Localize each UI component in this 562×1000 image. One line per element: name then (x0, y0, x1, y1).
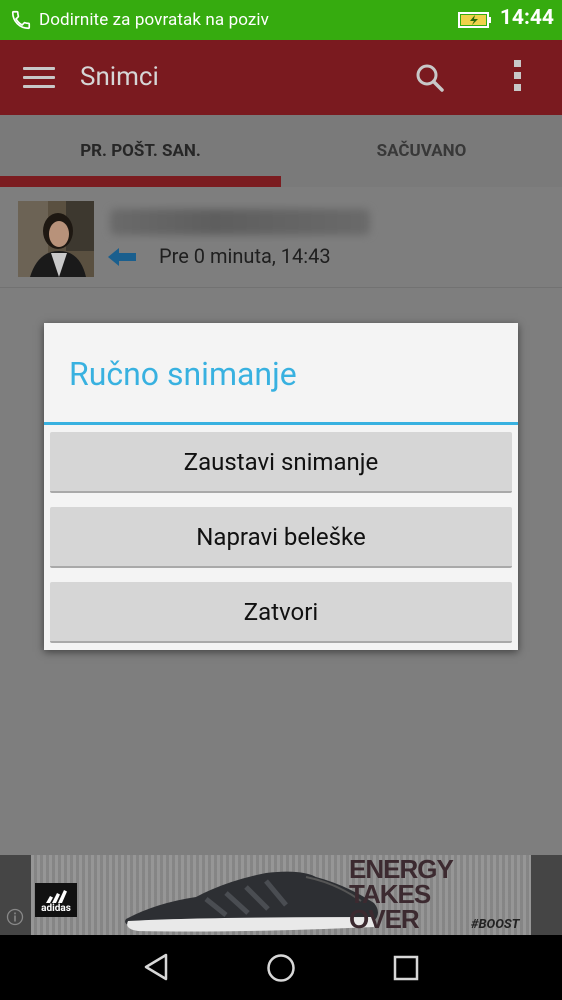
battery-charging-icon (458, 12, 491, 28)
status-bar[interactable]: Dodirnite za povratak na poziv 14:44 (0, 0, 562, 40)
menu-icon[interactable] (23, 67, 55, 89)
stop-recording-button[interactable]: Zaustavi snimanje (50, 432, 512, 493)
ad-image[interactable]: adidas ENERGY TAKES OVER #BOOST (31, 855, 531, 935)
tab-saved[interactable]: SAČUVANO (281, 115, 562, 187)
brand-label: adidas (41, 903, 71, 914)
page-title: Snimci (80, 62, 159, 92)
tab-indicator (0, 176, 281, 187)
contact-name-blurred (110, 209, 370, 235)
ad-banner: adidas ENERGY TAKES OVER #BOOST (0, 855, 562, 935)
manual-recording-dialog: Ručno snimanje Zaustavi snimanje Napravi… (44, 323, 518, 650)
clock: 14:44 (499, 6, 554, 30)
ad-tag: #BOOST (471, 917, 520, 932)
make-notes-button[interactable]: Napravi beleške (50, 507, 512, 568)
adidas-logo: adidas (35, 883, 77, 917)
more-vert-icon[interactable] (510, 60, 524, 96)
ad-info-icon[interactable] (6, 908, 24, 926)
close-button[interactable]: Zatvori (50, 582, 512, 643)
avatar (18, 201, 94, 277)
recents-icon[interactable] (393, 955, 419, 981)
back-icon[interactable] (143, 953, 169, 981)
home-icon[interactable] (266, 953, 296, 983)
return-to-call-message[interactable]: Dodirnite za povratak na poziv (39, 10, 269, 30)
dialog-title: Ručno snimanje (69, 355, 297, 393)
outgoing-call-arrow-icon (108, 248, 136, 266)
dialog-divider (44, 422, 518, 425)
call-timestamp: Pre 0 minuta, 14:43 (159, 244, 331, 268)
shoe-image (125, 871, 378, 932)
app-bar: Snimci (0, 40, 562, 115)
phone-icon (11, 10, 31, 30)
list-item[interactable]: Pre 0 minuta, 14:43 (0, 187, 562, 288)
search-icon[interactable] (414, 62, 446, 94)
